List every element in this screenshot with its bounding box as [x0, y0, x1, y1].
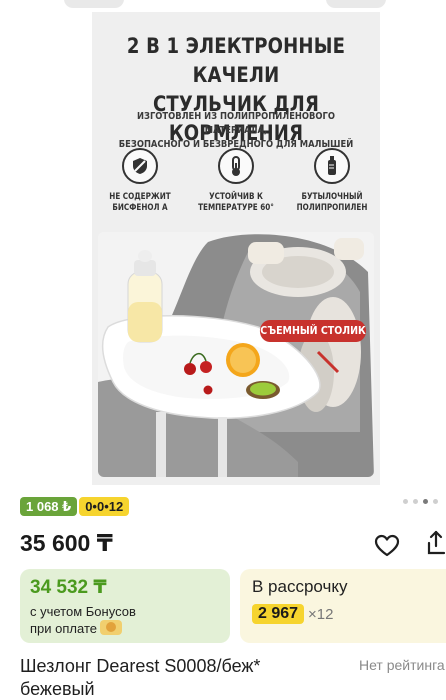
bonus-line2: при оплате [30, 620, 220, 637]
product-title[interactable]: Шезлонг Dearest S0008/беж* бежевый [20, 655, 340, 700]
bonus-line1: с учетом Бонусов [30, 604, 136, 619]
feature-line1: УСТОЙЧИВ К [209, 192, 263, 202]
gallery-dot-active[interactable] [423, 499, 428, 504]
feature-line1: БУТЫЛОЧНЫЙ [301, 192, 363, 202]
feature-line2: ПОЛИПРОПИЛЕН [296, 203, 368, 213]
bonus-price: 34 532 ₸ [30, 577, 107, 598]
product-price: 35 600 ₸ [20, 530, 113, 556]
bottle-icon [314, 148, 350, 184]
product-title-line2: бежевый [20, 679, 95, 699]
rating-badge: 1 068 ₺ [20, 497, 78, 516]
banner-subtitle-line1: ИЗГОТОВЛЕН ИЗ ПОЛИПРОПИЛЕНОВОГО МАТЕРИАЛ… [137, 111, 335, 136]
bonus-description: с учетом Бонусов при оплате [30, 603, 220, 637]
gallery-dot[interactable] [403, 499, 408, 504]
share-button[interactable] [424, 529, 446, 559]
feature-label: БУТЫЛОЧНЫЙ ПОЛИПРОПИЛЕН [291, 192, 373, 214]
feature-polypropylene: БУТЫЛОЧНЫЙ ПОЛИПРОПИЛЕН [284, 148, 380, 214]
removable-tray-badge: СЪЕМНЫЙ СТОЛИК [259, 320, 367, 342]
product-photo: СЪЕМНЫЙ СТОЛИК [98, 232, 374, 477]
top-pill [326, 0, 386, 8]
product-image[interactable]: 2 В 1 ЭЛЕКТРОННЫЕ КАЧЕЛИ СТУЛЬЧИК ДЛЯ КО… [92, 12, 380, 485]
high-chair-illustration [98, 232, 374, 477]
gallery-dot[interactable] [433, 499, 438, 504]
feature-heat-resistant: УСТОЙЧИВ К ТЕМПЕРАТУРЕ 60° [188, 148, 284, 214]
rating-status[interactable]: Нет рейтинга [359, 657, 445, 673]
top-pill [64, 0, 124, 8]
feature-line2: ТЕМПЕРАТУРЕ 60° [198, 203, 274, 213]
installment-row: 2 967 ×12 [252, 604, 446, 624]
feature-line2: БИСФЕНОЛ А [112, 203, 168, 213]
installment-amount: 2 967 [252, 604, 305, 624]
installment-card[interactable]: В рассрочку 2 967 ×12 [240, 569, 446, 643]
feature-line1: НЕ СОДЕРЖИТ [109, 192, 171, 202]
favorite-button[interactable] [372, 531, 402, 561]
shield-icon [122, 148, 158, 184]
share-icon [427, 530, 446, 555]
price-badges: 1 068 ₺ 0•0•12 [20, 497, 130, 516]
feature-no-bisphenol: НЕ СОДЕРЖИТ БИСФЕНОЛ А [92, 148, 188, 214]
installment-multiplier: ×12 [308, 605, 334, 623]
banner-title-line1: 2 В 1 ЭЛЕКТРОННЫЕ КАЧЕЛИ [126, 34, 346, 87]
gallery-pagination [403, 499, 438, 504]
installment-title: В рассрочку [252, 577, 348, 596]
bonus-price-card[interactable]: 34 532 ₸ с учетом Бонусов при оплате [20, 569, 230, 643]
thermometer-icon [218, 148, 254, 184]
gallery-dot[interactable] [413, 499, 418, 504]
heart-icon [374, 534, 400, 557]
banner-subtitle: ИЗГОТОВЛЕН ИЗ ПОЛИПРОПИЛЕНОВОГО МАТЕРИАЛ… [115, 110, 358, 152]
feature-label: НЕ СОДЕРЖИТ БИСФЕНОЛ А [99, 192, 181, 214]
feature-label: УСТОЙЧИВ К ТЕМПЕРАТУРЕ 60° [195, 192, 277, 214]
top-strip [0, 0, 446, 8]
installment-badge: 0•0•12 [79, 497, 130, 516]
bonus-line2-text: при оплате [30, 621, 97, 636]
bonus-coin-icon [99, 620, 122, 635]
product-title-line1: Шезлонг Dearest S0008/беж* [20, 656, 261, 676]
